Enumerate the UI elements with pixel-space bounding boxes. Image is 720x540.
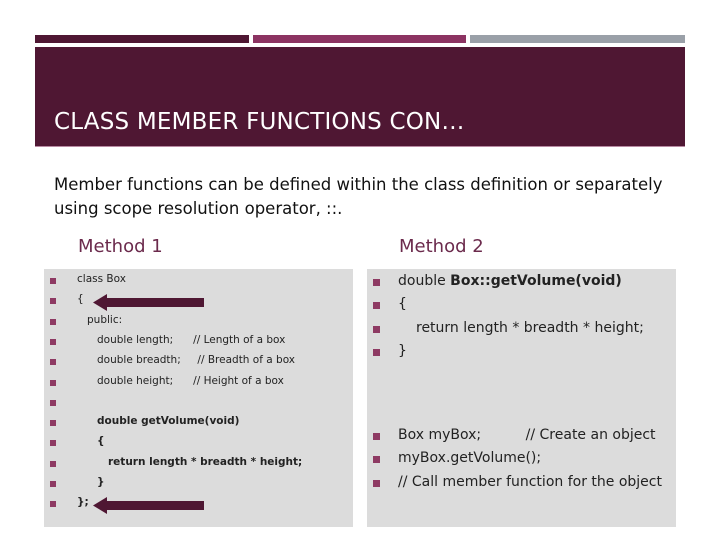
bullet-icon [373,349,380,356]
code-text: { [398,296,407,312]
left-arrow-icon [93,294,204,312]
method-2-heading: Method 2 [399,236,484,257]
code-text: class Box [77,273,126,285]
code-text: public: [87,313,123,326]
code-text: double breadth; // Breadth of a box [97,354,296,367]
code-text: Box myBox; // Create an object [398,427,656,443]
code-text-part: } [398,343,407,359]
code-text-part: Box myBox; // Create an object [398,427,656,443]
accent-bar-3 [470,35,685,43]
accent-bar-2 [253,35,466,43]
code-text: myBox.getVolume(); [398,450,541,466]
left-arrow-icon [93,497,204,515]
code-text-part: // Call member function for the object [398,474,662,490]
arrow-shape [93,294,204,312]
bullet-icon [373,279,380,286]
code-text: double getVolume(void) [97,415,240,428]
code-text: return length * breadth * height; [108,455,303,468]
slide-title: CLASS MEMBER FUNCTIONS CON… [54,109,465,135]
bullet-icon [373,456,380,463]
bullet-icon [50,420,56,427]
method-1-heading: Method 1 [78,236,163,257]
bullet-icon [50,501,56,508]
code-text-part: myBox.getVolume(); [398,450,542,466]
bullet-icon [50,399,56,406]
method-2-code-panel: double Box::getVolume(void){return lengt… [367,269,676,527]
code-text: { [77,293,84,306]
code-text-part: double [398,273,451,289]
bullet-icon [373,302,380,309]
bullet-icon [50,379,56,386]
bullet-icon [373,326,380,333]
bullet-icon [50,359,56,366]
code-text: } [398,343,407,359]
bullet-icon [373,480,380,487]
bullet-icon [373,433,380,440]
code-text: return length * breadth * height; [416,320,644,336]
title-banner: CLASS MEMBER FUNCTIONS CON… [35,47,685,147]
code-text: double height; // Height of a box [97,374,284,387]
code-text-part: { [398,296,407,312]
bullet-icon [50,318,56,325]
bullet-icon [50,460,56,467]
accent-bar-1 [35,35,249,43]
code-text: double length; // Length of a box [97,333,286,346]
bullet-icon [50,338,56,345]
bullet-icon [50,481,56,487]
code-text: } [97,476,105,488]
code-text-part: return length * breadth * height; [416,320,644,336]
bullet-icon [50,440,56,447]
code-text-bold: Box::getVolume(void) [450,273,622,289]
code-text: double Box::getVolume(void) [398,273,622,289]
intro-text: Member functions can be defined within t… [54,175,663,218]
bullet-icon [50,278,56,284]
code-text: }; [77,496,89,509]
bullet-icon [50,298,56,305]
arrow-shape [93,497,204,515]
code-text: // Call member function for the object [398,474,662,490]
code-text: { [97,435,105,448]
